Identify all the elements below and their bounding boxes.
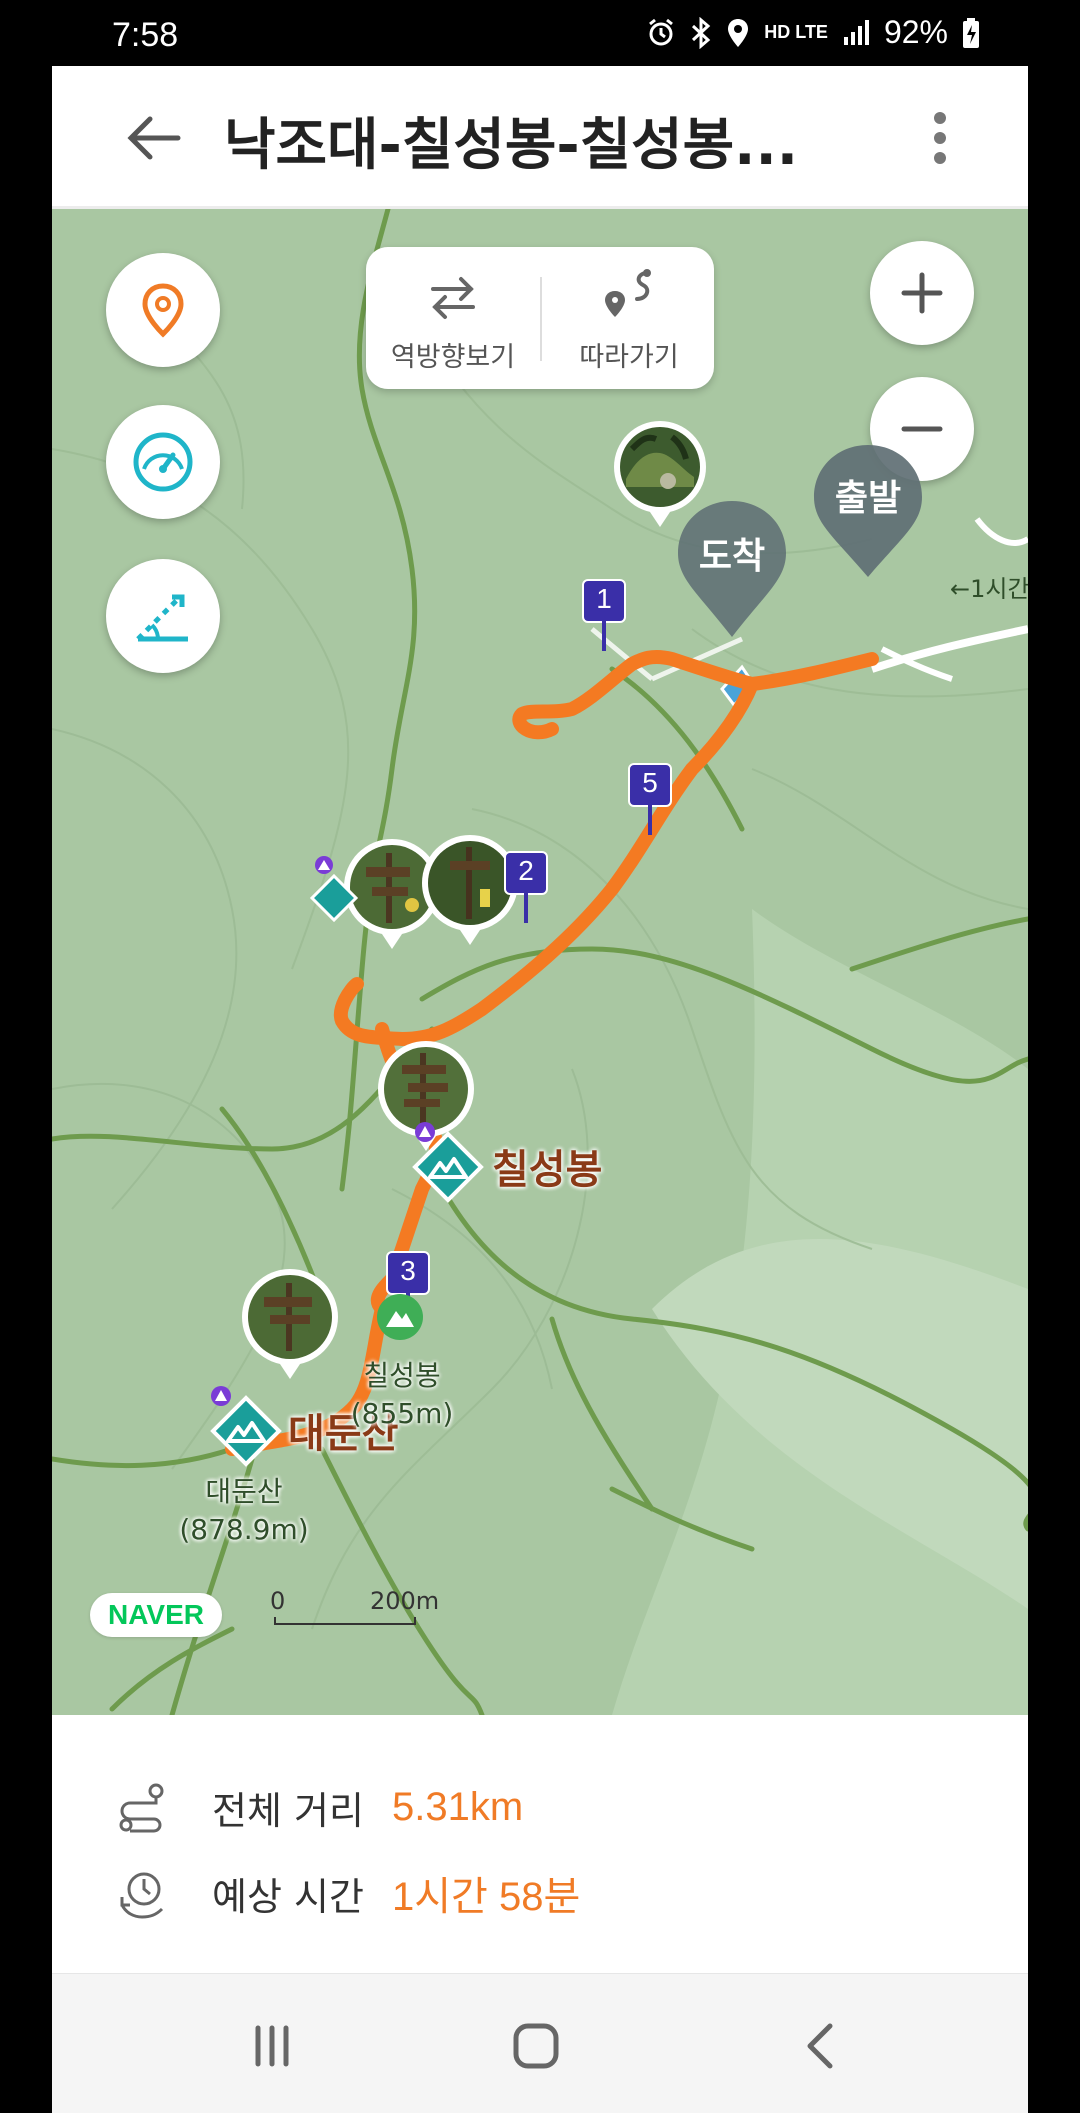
summit-icon <box>414 1121 436 1143</box>
zoom-in-button[interactable] <box>870 241 974 345</box>
more-vertical-icon <box>934 112 946 164</box>
plus-icon <box>901 272 943 314</box>
battery-level: 92% <box>883 14 948 50</box>
time-row: 예상 시간 1시간 58분 <box>116 1863 580 1923</box>
start-marker-label: 출발 <box>834 478 902 519</box>
end-marker-label: 도착 <box>698 536 766 577</box>
follow-route-label: 따라가기 <box>579 342 679 373</box>
location-icon <box>726 17 750 49</box>
system-navigation-bar <box>52 1973 1028 2113</box>
route-follow-icon <box>605 269 651 317</box>
waypoint-pole <box>602 621 606 651</box>
current-location-button[interactable] <box>106 253 220 367</box>
time-value: 1시간 58분 <box>392 1875 581 1919</box>
elevation-button[interactable] <box>106 559 220 673</box>
summit-icon <box>210 1385 232 1407</box>
status-bar: 7:58 HD LTE 92% <box>0 0 1080 66</box>
waypoint-marker[interactable]: 5 <box>628 763 672 837</box>
waypoint-number: 3 <box>400 1255 416 1286</box>
speed-button[interactable] <box>106 405 220 519</box>
mountain-icon <box>309 873 359 923</box>
spot-elevation-label: 대둔산 (878.9m) <box>164 1473 324 1549</box>
route-view-toggle: 역방향보기 따라가기 <box>366 247 714 389</box>
naver-logo[interactable]: NAVER <box>90 1593 222 1637</box>
map-view[interactable]: 역방향보기 따라가기 출발 도착 1 2 3 5 칠성봉 대둔산 칠성봉 (85… <box>52 209 1028 1715</box>
spot-elevation: (855m) <box>350 1397 454 1430</box>
arrow-left-icon <box>127 116 181 160</box>
spot-name: 대둔산 <box>205 1475 283 1508</box>
distance-label: 전체 거리 <box>212 1788 364 1833</box>
scale-zero: 0 <box>270 1587 286 1615</box>
reverse-direction-label: 역방향보기 <box>390 342 516 373</box>
status-icons: HD LTE 92% <box>646 14 980 51</box>
time-label: 예상 시간 <box>212 1874 364 1919</box>
reverse-direction-button[interactable]: 역방향보기 <box>366 247 540 389</box>
photo-thumbnail <box>242 1269 338 1379</box>
waypoint-number: 2 <box>518 855 534 886</box>
spot-name: 칠성봉 <box>363 1359 441 1392</box>
scale-bar <box>274 1617 416 1625</box>
summit-icon <box>314 855 334 875</box>
waypoint-pole <box>524 893 528 923</box>
back-nav-button[interactable] <box>792 2016 852 2076</box>
peak-marker[interactable] <box>309 873 359 923</box>
swap-arrows-icon <box>431 277 475 319</box>
back-button[interactable] <box>122 106 186 170</box>
network-type: HD LTE <box>764 22 828 42</box>
spot-elevation-label: 칠성봉 (855m) <box>332 1357 472 1433</box>
start-marker[interactable]: 출발 <box>810 441 926 581</box>
photo-thumbnail <box>614 421 706 527</box>
recent-apps-button[interactable] <box>242 2016 302 2076</box>
waypoint-pole <box>648 805 652 835</box>
status-time: 7:58 <box>112 16 179 54</box>
bluetooth-icon <box>690 16 712 49</box>
photo-marker[interactable] <box>612 419 708 531</box>
mountain-poi-icon <box>376 1293 424 1341</box>
waypoint-marker[interactable]: 1 <box>582 579 626 653</box>
app-screen: 낙조대-칠성봉-칠성봉... 역방향보기 따라가기 출발 도착 1 2 3 5 … <box>52 66 1028 2113</box>
slope-icon <box>136 594 188 642</box>
clock-refresh-icon <box>120 1872 164 1919</box>
more-options-button[interactable] <box>920 106 960 170</box>
peak-label: 칠성봉 <box>492 1147 603 1193</box>
home-icon <box>513 2023 559 2069</box>
photo-marker[interactable] <box>240 1267 340 1383</box>
location-pin-icon <box>142 283 184 338</box>
home-button[interactable] <box>506 2016 566 2076</box>
battery-icon <box>962 17 980 49</box>
waypoint-number: 5 <box>642 767 658 798</box>
top-app-bar: 낙조대-칠성봉-칠성봉... <box>52 66 1028 209</box>
edge-time-label: ←1시간 <box>950 575 1028 603</box>
chevron-left-icon <box>807 2023 833 2069</box>
map-scale: 0 200m <box>270 1587 470 1629</box>
speedometer-icon <box>133 432 193 492</box>
distance-value: 5.31km <box>392 1784 524 1829</box>
recent-apps-icon <box>255 2025 289 2067</box>
distance-row: 전체 거리 5.31km <box>116 1777 523 1837</box>
waypoint-number: 1 <box>596 583 612 614</box>
signal-icon <box>842 19 870 47</box>
waypoint-marker[interactable]: 2 <box>504 851 548 925</box>
follow-route-button[interactable]: 따라가기 <box>542 247 716 389</box>
route-summary: 전체 거리 5.31km 예상 시간 1시간 58분 <box>52 1715 1028 1941</box>
alarm-icon <box>646 18 676 48</box>
page-title: 낙조대-칠성봉-칠성봉... <box>224 113 798 178</box>
spot-elevation: (878.9m) <box>179 1513 309 1546</box>
route-distance-icon <box>119 1783 164 1833</box>
scale-label: 200m <box>370 1587 440 1615</box>
